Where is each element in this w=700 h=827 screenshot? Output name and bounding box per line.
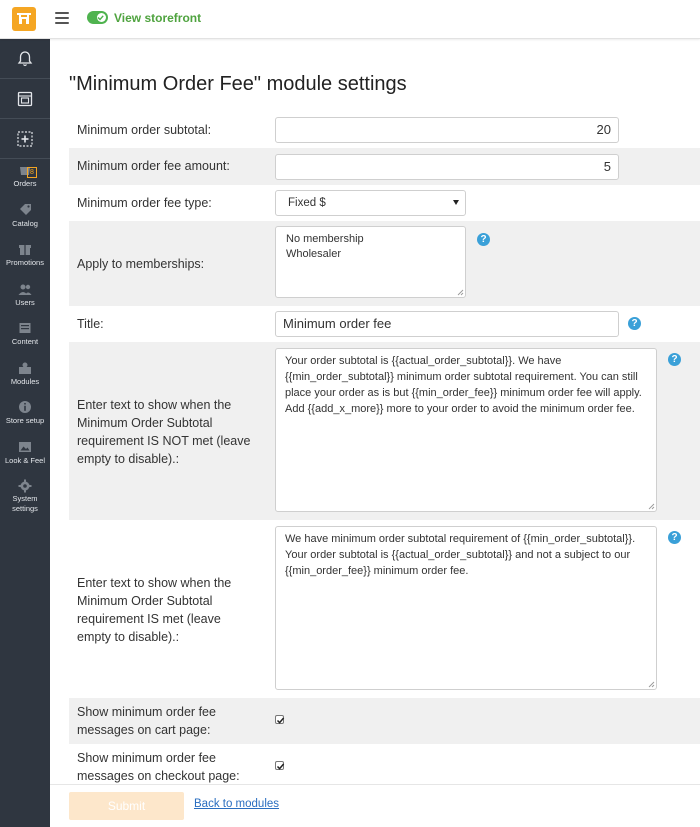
sidebar-item-system-settings[interactable]: System settings bbox=[0, 479, 50, 523]
checkout-messages-checkbox[interactable] bbox=[275, 761, 285, 770]
row-title: Title: Minimum order fee ? bbox=[69, 306, 700, 342]
fee-amount-label: Minimum order fee amount: bbox=[77, 159, 230, 173]
row-met-text: Enter text to show when the Minimum Orde… bbox=[69, 520, 700, 698]
top-bar: View storefront bbox=[0, 0, 700, 39]
sidebar-item-store-setup[interactable]: Store setup bbox=[0, 400, 50, 436]
cart-messages-label: Show minimum order fee messages on cart … bbox=[77, 705, 216, 737]
sidebar-item-label: Modules bbox=[10, 376, 40, 386]
row-memberships: Apply to memberships: No membership Whol… bbox=[69, 221, 700, 306]
sidebar-item-promotions[interactable]: Promotions bbox=[0, 242, 50, 278]
membership-option[interactable]: Wholesaler bbox=[286, 247, 455, 262]
row-fee-amount: Minimum order fee amount: 5 bbox=[69, 148, 700, 185]
sidebar-item-label: Content bbox=[11, 337, 39, 346]
not-met-textarea[interactable]: Your order subtotal is {{actual_order_su… bbox=[275, 348, 657, 512]
help-icon[interactable]: ? bbox=[668, 353, 681, 366]
users-icon bbox=[18, 284, 32, 295]
storefront-toggle[interactable] bbox=[87, 11, 108, 24]
submit-button[interactable]: Submit bbox=[69, 792, 184, 820]
catalog-icon bbox=[20, 203, 31, 215]
resize-handle-icon[interactable] bbox=[648, 681, 655, 688]
met-label: Enter text to show when the Minimum Orde… bbox=[77, 576, 232, 644]
help-icon[interactable]: ? bbox=[477, 233, 490, 246]
title-input[interactable]: Minimum order fee bbox=[275, 311, 619, 337]
row-min-subtotal: Minimum order subtotal: 20 bbox=[69, 112, 700, 148]
checkout-messages-label: Show minimum order fee messages on check… bbox=[77, 751, 240, 783]
not-met-text: Your order subtotal is {{actual_order_su… bbox=[285, 355, 642, 415]
settings-form: Minimum order subtotal: 20 Minimum order… bbox=[69, 112, 700, 784]
store-setup-icon bbox=[19, 401, 31, 413]
main-content: "Minimum Order Fee" module settings Mini… bbox=[50, 39, 700, 784]
fee-type-value: Fixed $ bbox=[288, 197, 326, 209]
row-cart-messages: Show minimum order fee messages on cart … bbox=[69, 698, 700, 744]
sidebar-item-label: Catalog bbox=[12, 218, 38, 228]
row-not-met-text: Enter text to show when the Minimum Orde… bbox=[69, 342, 700, 520]
caret-down-icon bbox=[453, 200, 459, 205]
sidebar-item-catalog[interactable]: Catalog bbox=[0, 203, 50, 239]
min-subtotal-input[interactable]: 20 bbox=[275, 117, 619, 143]
help-icon[interactable]: ? bbox=[628, 317, 641, 330]
sidebar-item-label: Store setup bbox=[5, 416, 45, 425]
sidebar-item-label: Promotions bbox=[6, 258, 44, 267]
fee-amount-input[interactable]: 5 bbox=[275, 154, 619, 180]
title-label: Title: bbox=[77, 317, 104, 331]
sidebar-item-look-and-feel[interactable]: Look & Feel bbox=[0, 440, 50, 476]
sidebar-item-label: Look & Feel bbox=[4, 455, 46, 465]
orders-badge: 8 bbox=[27, 167, 37, 178]
bell-icon bbox=[17, 51, 33, 67]
cart-messages-checkbox[interactable] bbox=[275, 715, 285, 724]
form-footer: Submit Back to modules bbox=[50, 784, 700, 827]
store-icon bbox=[17, 91, 33, 107]
back-to-modules-link[interactable]: Back to modules bbox=[194, 798, 279, 810]
sidebar-item-label: Orders bbox=[13, 179, 37, 188]
storefront-button[interactable] bbox=[0, 79, 50, 119]
row-fee-type: Minimum order fee type: Fixed $ bbox=[69, 185, 700, 221]
met-text: We have minimum order subtotal requireme… bbox=[285, 533, 636, 577]
add-button[interactable] bbox=[0, 119, 50, 159]
not-met-label: Enter text to show when the Minimum Orde… bbox=[77, 398, 251, 466]
sidebar-item-label: System bbox=[12, 494, 38, 503]
met-textarea[interactable]: We have minimum order subtotal requireme… bbox=[275, 526, 657, 690]
look-and-feel-icon bbox=[19, 441, 31, 452]
resize-handle-icon[interactable] bbox=[648, 503, 655, 510]
sidebar-item-content[interactable]: Content bbox=[0, 321, 50, 357]
menu-toggle-icon[interactable] bbox=[55, 12, 69, 24]
fee-type-label: Minimum order fee type: bbox=[77, 196, 212, 210]
sidebar: 8 Orders Catalog Promotions Users Conten… bbox=[0, 39, 50, 827]
sidebar-item-modules[interactable]: Modules bbox=[0, 361, 50, 397]
page-title: "Minimum Order Fee" module settings bbox=[69, 73, 407, 95]
view-storefront-link[interactable]: View storefront bbox=[114, 11, 201, 25]
promotions-icon bbox=[19, 245, 31, 255]
plus-square-icon bbox=[17, 131, 33, 147]
membership-option[interactable]: No membership bbox=[286, 232, 455, 247]
content-icon bbox=[19, 323, 31, 333]
min-subtotal-label: Minimum order subtotal: bbox=[77, 123, 212, 137]
fee-type-select[interactable]: Fixed $ bbox=[275, 190, 466, 216]
sidebar-item-label: Users bbox=[15, 297, 35, 307]
sidebar-item-users[interactable]: Users bbox=[0, 282, 50, 318]
logo-icon[interactable] bbox=[12, 7, 36, 31]
sidebar-item-label-line2: settings bbox=[12, 504, 38, 513]
memberships-listbox[interactable]: No membership Wholesaler bbox=[275, 226, 466, 298]
row-checkout-messages: Show minimum order fee messages on check… bbox=[69, 744, 700, 784]
memberships-label: Apply to memberships: bbox=[77, 257, 205, 271]
resize-handle-icon[interactable] bbox=[457, 289, 464, 296]
modules-icon bbox=[19, 362, 31, 374]
help-icon[interactable]: ? bbox=[668, 531, 681, 544]
notifications-button[interactable] bbox=[0, 39, 50, 79]
sidebar-item-orders[interactable]: 8 Orders bbox=[0, 163, 50, 199]
system-settings-icon bbox=[18, 479, 32, 493]
